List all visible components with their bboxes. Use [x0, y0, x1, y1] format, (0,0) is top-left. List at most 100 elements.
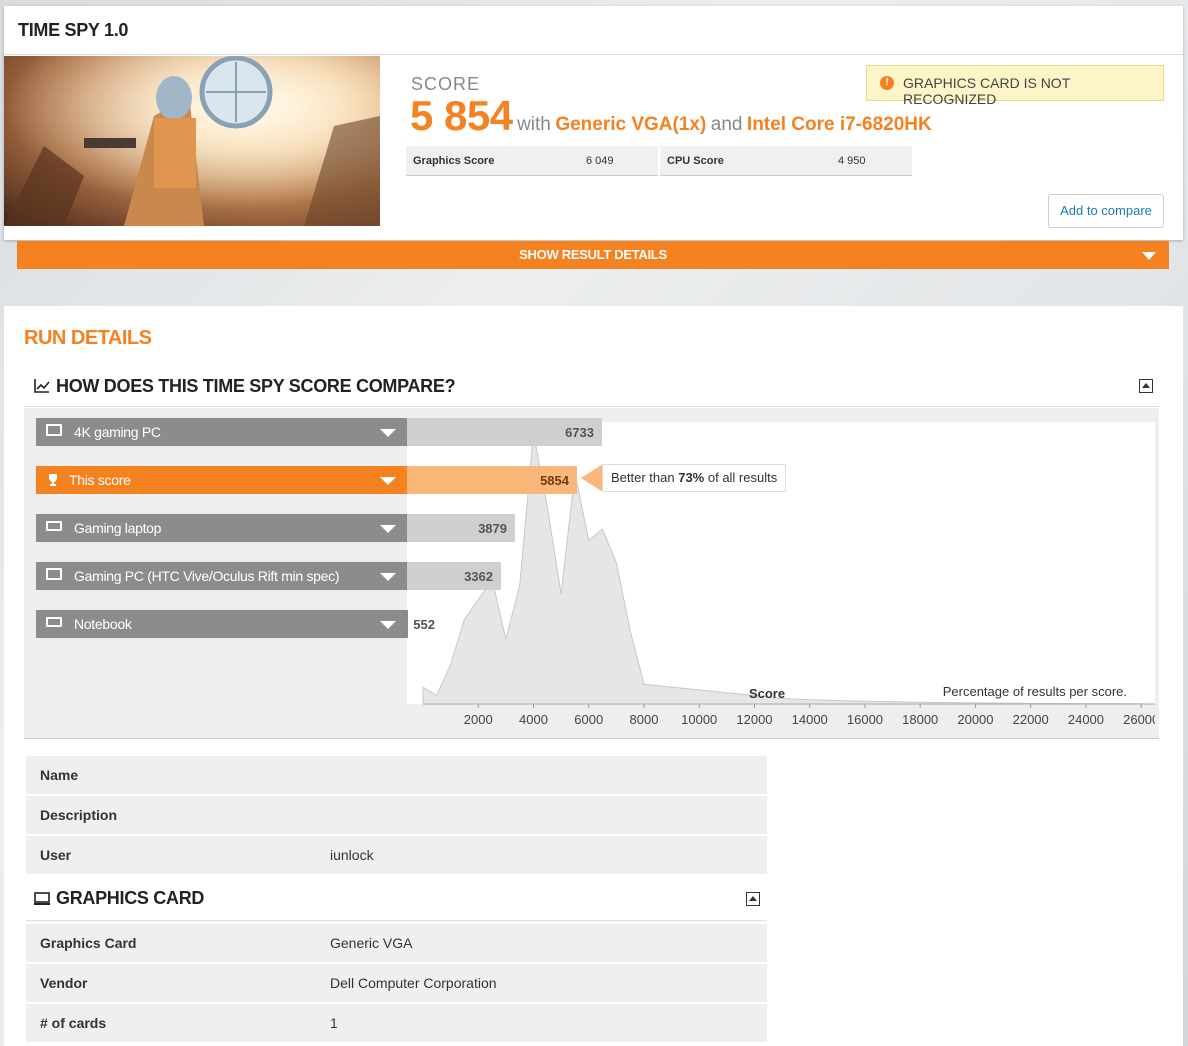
info-key: Description — [40, 807, 118, 823]
compare-value-bar: 3879 — [407, 514, 515, 542]
x-tick-label: 2000 — [464, 712, 493, 727]
chevron-down-icon — [1142, 252, 1156, 260]
info-row-description: Description — [26, 796, 767, 836]
compare-row-notebook[interactable]: Notebook — [36, 610, 408, 638]
warning-icon: ! — [880, 76, 894, 90]
cpu-score-box: CPU Score 4 950 — [660, 146, 912, 176]
graphics-score-value: 6 049 — [586, 155, 614, 167]
dropdown-arrow-icon[interactable] — [380, 429, 396, 437]
x-tick-label: 16000 — [847, 712, 883, 727]
compare-row-gaming-pc-vr-min[interactable]: Gaming PC (HTC Vive/Oculus Rift min spec… — [36, 562, 408, 590]
compare-row-label: 4K gaming PC — [74, 424, 161, 440]
gc-row-vendor: Vendor Dell Computer Corporation — [26, 964, 767, 1004]
compare-value: 552 — [413, 617, 435, 632]
cpu-link[interactable]: Intel Core i7-6820HK — [747, 114, 932, 135]
x-tick-label: 6000 — [574, 712, 603, 727]
compare-section-header: HOW DOES THIS TIME SPY SCORE COMPARE? — [24, 366, 1159, 407]
compare-value-bar-this-score: 5854 — [407, 466, 577, 494]
compare-value: 3362 — [464, 569, 493, 584]
compare-value: 6733 — [565, 425, 594, 440]
x-axis-title: Score — [749, 686, 785, 701]
warning-banner: ! GRAPHICS CARD IS NOT RECOGNIZED — [866, 65, 1164, 107]
trophy-icon — [49, 474, 57, 486]
laptop-icon — [46, 617, 62, 627]
callout-suffix: of all results — [704, 470, 778, 485]
compare-row-gaming-laptop[interactable]: Gaming laptop — [36, 514, 408, 542]
info-row-user: User iunlock — [26, 836, 767, 876]
and-text: and — [710, 114, 743, 135]
dropdown-arrow-icon[interactable] — [380, 525, 396, 533]
compare-row-label: Notebook — [74, 616, 132, 632]
collapse-compare-icon[interactable] — [1139, 379, 1153, 393]
gc-key: Vendor — [40, 975, 88, 991]
compare-row-label: Gaming PC (HTC Vive/Oculus Rift min spec… — [74, 568, 340, 584]
gc-key: Graphics Card — [40, 935, 137, 951]
x-tick-label: 8000 — [630, 712, 659, 727]
page-title: TIME SPY 1.0 — [18, 20, 129, 40]
warning-text: GRAPHICS CARD IS NOT RECOGNIZED — [903, 75, 1070, 107]
x-tick-label: 10000 — [681, 712, 717, 727]
graphics-score-label: Graphics Score — [413, 155, 495, 167]
percentile-callout: Better than 73% of all results — [602, 464, 787, 492]
x-tick-label: 26000 — [1123, 712, 1155, 727]
monitor-icon — [34, 892, 50, 905]
callout-percent: 73% — [678, 470, 705, 485]
dropdown-arrow-icon[interactable] — [380, 573, 396, 581]
compare-value: 5854 — [540, 473, 569, 488]
x-tick-label: 24000 — [1068, 712, 1104, 727]
result-card: TIME SPY 1.0 SCORE 5 854 with Generic VG — [4, 6, 1183, 240]
compare-row-this-score[interactable]: This score — [36, 466, 408, 494]
benchmark-artwork-icon — [4, 56, 380, 226]
x-tick-label: 22000 — [1013, 712, 1049, 727]
gpu-link[interactable]: Generic VGA(1x) — [555, 114, 706, 135]
callout-prefix: Better than — [611, 470, 679, 485]
gc-value: 1 — [330, 1015, 338, 1031]
info-key: Name — [40, 767, 79, 783]
compare-value: 3879 — [478, 521, 507, 536]
graphics-card-heading: GRAPHICS CARD — [56, 888, 205, 908]
compare-row-label: This score — [69, 472, 131, 488]
laptop-icon — [46, 521, 62, 531]
run-details-card: RUN DETAILS HOW DOES THIS TIME SPY SCORE… — [4, 306, 1183, 1046]
gc-value: Generic VGA — [330, 935, 413, 951]
gc-row-graphics-card: Graphics Card Generic VGA — [26, 924, 767, 964]
compare-row-label: Gaming laptop — [74, 520, 162, 536]
info-value: iunlock — [330, 847, 374, 863]
compare-value-bar: 3362 — [407, 562, 501, 590]
compare-value-bar: 552 — [407, 610, 435, 638]
dropdown-arrow-icon[interactable] — [380, 477, 396, 485]
x-tick-label: 18000 — [902, 712, 938, 727]
chart-note: Percentage of results per score. — [943, 684, 1127, 699]
collapse-graphics-card-icon[interactable] — [746, 892, 760, 906]
gc-row-card-count: # of cards 1 — [26, 1004, 767, 1044]
score-line: 5 854 with Generic VGA(1x) and Intel Cor… — [410, 92, 932, 140]
show-result-details-label: SHOW RESULT DETAILS — [519, 247, 667, 262]
x-tick-label: 14000 — [792, 712, 828, 727]
info-key: User — [40, 847, 72, 863]
desktop-icon — [46, 424, 62, 436]
desktop-icon — [46, 568, 62, 580]
x-tick-label: 4000 — [519, 712, 548, 727]
compare-heading: HOW DOES THIS TIME SPY SCORE COMPARE? — [56, 376, 456, 396]
callout-arrow — [581, 464, 603, 492]
gc-value: Dell Computer Corporation — [330, 975, 497, 991]
dropdown-arrow-icon[interactable] — [380, 621, 396, 629]
title-bar: TIME SPY 1.0 — [4, 6, 1183, 55]
benchmark-thumbnail — [4, 56, 380, 226]
with-text: with — [517, 114, 551, 135]
gc-key: # of cards — [40, 1015, 107, 1031]
score-value: 5 854 — [410, 92, 513, 139]
compare-chart-area: 2000 4000 6000 8000 10000 12000 14000 16000 1800… — [24, 408, 1159, 739]
graphics-score-box: Graphics Score 6 049 — [406, 146, 658, 176]
info-row-name: Name — [26, 756, 767, 796]
cpu-score-label: CPU Score — [667, 155, 724, 167]
line-chart-icon — [34, 379, 50, 393]
compare-value-bar: 6733 — [407, 418, 602, 446]
run-details-title: RUN DETAILS — [24, 327, 152, 349]
cpu-score-value: 4 950 — [838, 155, 866, 167]
graphics-card-section-header: GRAPHICS CARD — [26, 878, 767, 921]
add-to-compare-button[interactable]: Add to compare — [1048, 194, 1164, 228]
compare-row-4k-gaming-pc[interactable]: 4K gaming PC — [36, 418, 408, 446]
show-result-details-button[interactable]: SHOW RESULT DETAILS — [17, 241, 1169, 269]
x-tick-label: 20000 — [957, 712, 993, 727]
